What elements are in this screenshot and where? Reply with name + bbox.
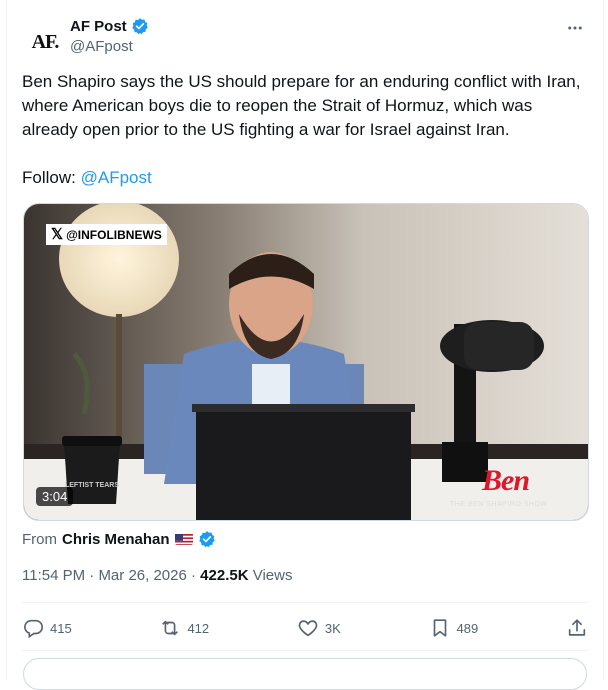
avatar[interactable]: AF.: [25, 22, 65, 62]
video-player[interactable]: LEFTIST TEARS 𝕏 @INFOLIBNEWS 3:04 Ben TH…: [23, 203, 589, 521]
reply-icon: [24, 619, 43, 639]
reply-composer[interactable]: [23, 658, 587, 690]
show-logo-sub: THE BEN SHAPIRO SHOW: [450, 501, 548, 508]
verified-badge-icon: [131, 17, 149, 35]
tweet-meta: 11:54 PM · Mar 26, 2026 · 422.5K Views: [22, 567, 292, 584]
views-count: 422.5K: [200, 567, 249, 584]
show-logo: Ben THE BEN SHAPIRO SHOW: [450, 464, 570, 508]
reply-count: 415: [50, 620, 72, 636]
video-watermark: 𝕏 @INFOLIBNEWS: [46, 224, 167, 245]
share-icon: [568, 619, 586, 636]
follow-mention-link[interactable]: @AFpost: [81, 168, 152, 187]
attribution-line: From Chris Menahan: [22, 530, 216, 548]
watermark-text: @INFOLIBNEWS: [66, 227, 162, 242]
author-name-row: AF Post: [70, 17, 149, 35]
repost-icon: [162, 620, 179, 636]
tweet-time[interactable]: 11:54 PM: [22, 567, 85, 584]
us-flag-icon: [174, 533, 193, 545]
like-count: 3K: [324, 620, 341, 636]
heart-icon: [298, 620, 318, 637]
like-button[interactable]: 3K: [297, 617, 341, 639]
share-button[interactable]: [566, 617, 588, 639]
display-name[interactable]: AF Post: [70, 18, 127, 35]
reply-button[interactable]: 415: [22, 617, 72, 639]
attribution-name[interactable]: Chris Menahan: [62, 531, 170, 548]
show-logo-main: Ben: [482, 464, 530, 497]
action-bar: 415 412 3K 489: [22, 613, 588, 643]
bookmark-count: 489: [456, 620, 479, 636]
divider-bottom: [22, 650, 588, 651]
user-handle[interactable]: @AFpost: [70, 38, 133, 55]
x-logo-icon: 𝕏: [51, 226, 64, 243]
views-label: Views: [252, 567, 293, 584]
bookmark-icon: [433, 619, 446, 637]
tweet-date[interactable]: Mar 26, 2026: [98, 567, 186, 584]
tweet-text: Ben Shapiro says the US should prepare f…: [22, 72, 586, 139]
follow-line: Follow: @AFpost: [22, 166, 152, 190]
repost-button[interactable]: 412: [159, 617, 209, 639]
mug-text: LEFTIST TEARS: [65, 482, 119, 489]
video-duration: 3:04: [36, 487, 74, 506]
repost-count: 412: [187, 620, 210, 636]
meta-separator-2: ·: [191, 567, 196, 584]
from-label: From: [22, 530, 57, 548]
divider: [22, 602, 588, 603]
tweet-card: AF. AF Post @AFpost Ben Shapiro says the…: [6, 0, 604, 690]
more-options-icon[interactable]: [565, 18, 585, 38]
bookmark-button[interactable]: 489: [429, 617, 479, 639]
follow-label: Follow:: [22, 168, 76, 187]
meta-separator: ·: [89, 567, 95, 584]
attribution-verified-icon: [198, 530, 216, 548]
